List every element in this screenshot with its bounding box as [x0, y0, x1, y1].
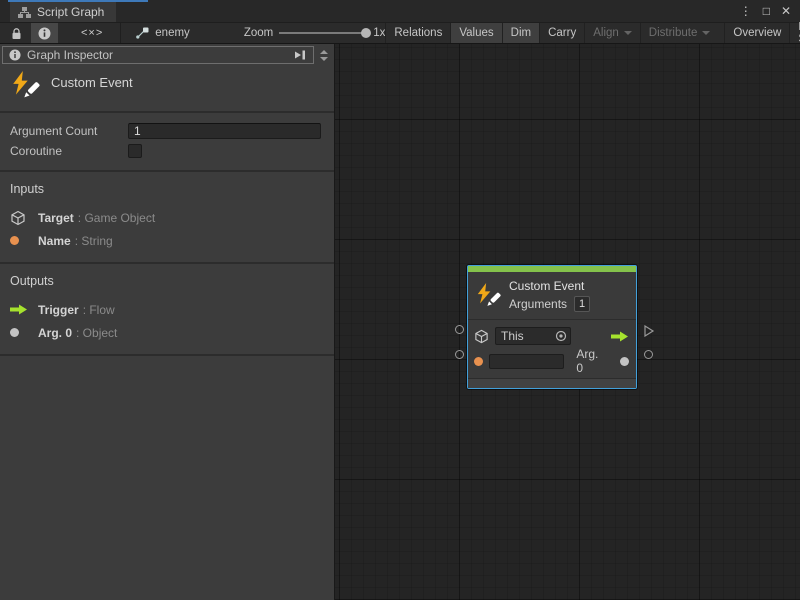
coroutine-checkbox[interactable] — [128, 144, 142, 158]
node-footer — [468, 378, 636, 388]
cube-icon — [474, 329, 489, 344]
kebab-menu-icon[interactable]: ⋮ — [740, 4, 752, 18]
code-icon: <×> — [81, 27, 103, 39]
tab-script-graph[interactable]: Script Graph — [10, 2, 116, 22]
object-port-icon — [620, 357, 629, 366]
flow-arrow-icon — [10, 304, 28, 315]
close-icon[interactable]: ✕ — [781, 4, 791, 18]
zoom-label: Zoom — [244, 27, 273, 39]
graph-name: enemy — [155, 27, 190, 39]
cube-icon — [10, 210, 26, 226]
coroutine-row: Coroutine — [10, 141, 321, 161]
toolbar-buttons: Relations Values Dim Carry Align Distrib… — [385, 23, 800, 43]
string-port-icon — [10, 236, 19, 245]
node-row-arg0: Arg. 0 — [474, 351, 629, 371]
inspector-toggle-button[interactable] — [31, 23, 58, 43]
event-header: Custom Event — [0, 64, 334, 113]
coroutine-label: Coroutine — [10, 144, 128, 158]
lock-icon — [11, 27, 22, 40]
flow-port-triangle-icon — [643, 325, 655, 337]
custom-event-node[interactable]: Custom Event Arguments 1 — [467, 265, 637, 389]
distribute-button[interactable]: Distribute — [640, 23, 719, 43]
object-picker-icon[interactable] — [555, 330, 567, 342]
inputs-heading: Inputs — [10, 182, 324, 196]
argument-count-row: Argument Count — [10, 121, 321, 141]
carry-button[interactable]: Carry — [539, 23, 584, 43]
argument-count-input[interactable] — [128, 123, 321, 139]
lock-button[interactable] — [4, 23, 29, 43]
node-title: Custom Event — [509, 279, 590, 294]
output-row-trigger: Trigger : Flow — [10, 298, 324, 321]
overview-button[interactable]: Overview — [724, 23, 789, 43]
zoom-slider[interactable] — [279, 32, 367, 34]
event-settings: Argument Count Coroutine — [0, 113, 334, 172]
input-row-name: Name : String — [10, 229, 324, 252]
inspector-header-box: Graph Inspector — [2, 46, 314, 64]
graph-inspector-panel: Graph Inspector — [0, 44, 335, 600]
toolbar-left-group: <×> — [0, 23, 121, 43]
target-this-dropdown[interactable]: This — [495, 327, 571, 345]
zoom-slider-knob[interactable] — [361, 28, 371, 38]
node-header[interactable]: Custom Event Arguments 1 — [468, 272, 636, 319]
inspector-header: Graph Inspector — [2, 46, 334, 64]
full-screen-button[interactable]: Full Screen — [789, 23, 800, 43]
output-port-arg0[interactable] — [644, 350, 653, 359]
outputs-heading: Outputs — [10, 274, 324, 288]
graph-toolbar: <×> enemy Zoom 1x Relations Values — [0, 22, 800, 44]
code-view-button[interactable]: <×> — [74, 23, 110, 43]
outputs-section: Outputs Trigger : Flow Arg. 0 : Object — [0, 264, 334, 356]
custom-event-icon — [475, 283, 501, 309]
input-port-name[interactable] — [455, 350, 464, 359]
input-port-target[interactable] — [455, 325, 464, 334]
zoom-value: 1x — [373, 27, 385, 39]
node-arg0-label: Arg. 0 — [576, 347, 608, 375]
chevron-down-icon — [624, 31, 632, 35]
custom-event-icon — [10, 71, 40, 101]
inputs-section: Inputs Target : Game Object — [0, 172, 334, 264]
flow-arrow-icon[interactable] — [611, 331, 629, 342]
string-port-icon — [474, 357, 483, 366]
script-graph-window: Script Graph ⋮ □ ✕ — [0, 0, 800, 600]
spinner-down-icon[interactable] — [320, 57, 328, 61]
graph-asset-icon — [135, 27, 149, 39]
active-tab-accent — [8, 0, 148, 2]
zoom-control: Zoom 1x — [200, 27, 386, 39]
info-icon — [9, 49, 21, 61]
dim-button[interactable]: Dim — [502, 23, 539, 43]
align-button[interactable]: Align — [584, 23, 640, 43]
node-body: This — [468, 319, 636, 378]
relations-button[interactable]: Relations — [385, 23, 450, 43]
maximize-icon[interactable]: □ — [763, 4, 770, 18]
input-row-target: Target : Game Object — [10, 206, 324, 229]
panel-spinner[interactable] — [314, 46, 334, 64]
graph-canvas[interactable]: Custom Event Arguments 1 — [335, 44, 800, 600]
info-icon — [38, 27, 51, 40]
graph-breadcrumb[interactable]: enemy — [121, 27, 200, 39]
chevron-down-icon — [702, 31, 710, 35]
object-port-icon — [10, 328, 19, 337]
argument-count-label: Argument Count — [10, 124, 128, 138]
dock-icon[interactable] — [293, 49, 307, 61]
inspector-title: Graph Inspector — [27, 48, 287, 62]
tab-label: Script Graph — [37, 5, 104, 19]
output-row-arg0: Arg. 0 : Object — [10, 321, 324, 344]
node-row-target: This — [474, 326, 629, 346]
window-controls: ⋮ □ ✕ — [731, 0, 800, 22]
values-button[interactable]: Values — [450, 23, 501, 43]
event-title: Custom Event — [51, 75, 133, 101]
inspector-empty-area — [0, 356, 334, 600]
output-port-trigger[interactable] — [643, 324, 655, 342]
node-arguments-label: Arguments — [509, 297, 567, 311]
spinner-up-icon[interactable] — [320, 50, 328, 54]
name-input-field[interactable] — [489, 354, 564, 369]
tab-bar: Script Graph ⋮ □ ✕ — [0, 0, 800, 22]
node-arguments-value[interactable]: 1 — [574, 296, 590, 312]
graph-hierarchy-icon — [18, 7, 31, 18]
